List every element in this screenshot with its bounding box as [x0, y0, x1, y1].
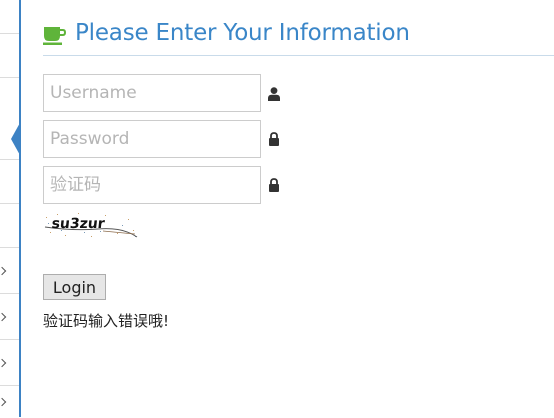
- username-input[interactable]: [43, 74, 261, 112]
- login-button[interactable]: Login: [43, 274, 106, 300]
- sidebar-item[interactable]: [0, 0, 19, 33]
- captcha-input[interactable]: [43, 166, 261, 204]
- chevron-right-icon: [0, 397, 7, 407]
- captcha-image[interactable]: su3zur: [43, 211, 139, 239]
- lock-icon: [269, 178, 279, 192]
- sidebar-item[interactable]: [0, 385, 19, 418]
- sidebar-item[interactable]: [0, 293, 19, 340]
- sidebar-item[interactable]: [0, 77, 19, 122]
- error-message: 验证码输入错误哦!: [43, 312, 170, 330]
- captcha-text: su3zur: [51, 216, 106, 232]
- sidebar-item[interactable]: [0, 247, 19, 294]
- chevron-right-icon: [0, 358, 7, 368]
- lock-icon: [269, 132, 279, 146]
- sidebar: [0, 0, 21, 417]
- panel-header: Please Enter Your Information: [43, 19, 554, 56]
- coffee-cup-icon: [43, 27, 66, 45]
- user-icon: [268, 87, 280, 101]
- sidebar-item[interactable]: [0, 159, 19, 204]
- active-item-indicator: [11, 121, 21, 157]
- chevron-right-icon: [0, 266, 7, 276]
- page-title: Please Enter Your Information: [75, 20, 410, 46]
- chevron-right-icon: [0, 312, 7, 322]
- sidebar-item[interactable]: [0, 339, 19, 386]
- password-input[interactable]: [43, 120, 261, 158]
- sidebar-item[interactable]: [0, 203, 19, 248]
- sidebar-item[interactable]: [0, 33, 19, 78]
